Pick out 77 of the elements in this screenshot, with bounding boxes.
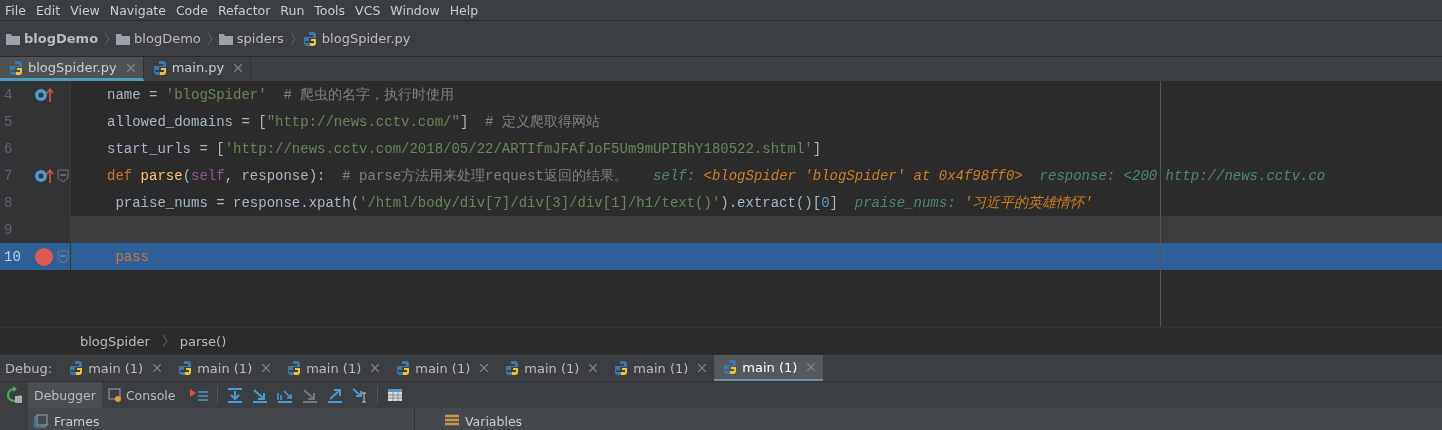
step-over-icon[interactable] <box>226 387 243 403</box>
breakpoint-icon[interactable] <box>34 246 54 267</box>
rerun-icon[interactable] <box>5 386 23 404</box>
close-icon[interactable] <box>234 63 243 72</box>
fold-icon[interactable] <box>57 168 69 183</box>
menu-item[interactable]: VCS <box>350 2 386 18</box>
python-file-icon <box>301 30 318 47</box>
folder-icon <box>6 32 20 45</box>
debug-tab[interactable]: main (1) <box>278 355 388 381</box>
console-icon <box>107 388 122 402</box>
python-file-icon <box>722 359 739 375</box>
debug-tab[interactable]: main (1) <box>169 355 279 381</box>
close-icon[interactable] <box>480 364 489 372</box>
folder-icon <box>218 32 233 45</box>
panel-title: Variables <box>465 413 523 429</box>
file-tab[interactable]: blogSpider.py <box>0 57 144 81</box>
breadcrumb-item[interactable]: blogDemo <box>134 31 201 46</box>
menu-item[interactable]: Navigate <box>104 2 171 18</box>
chevron-icon <box>289 31 296 46</box>
close-icon[interactable] <box>371 364 380 372</box>
breadcrumb-item[interactable]: spiders <box>236 31 284 46</box>
chevron-icon <box>104 31 111 46</box>
debug-tab[interactable]: main (1) <box>605 355 715 381</box>
debugger-tab[interactable]: Console <box>101 382 182 408</box>
folder-icon <box>116 32 131 45</box>
debugger-tab[interactable]: Debugger <box>28 382 102 408</box>
python-file-icon <box>504 360 521 376</box>
menu-item[interactable]: File <box>0 2 31 18</box>
menu-item[interactable]: Edit <box>30 2 66 18</box>
step-into-icon[interactable] <box>251 387 268 403</box>
close-icon[interactable] <box>698 364 707 372</box>
python-file-icon <box>177 360 194 376</box>
menu-item[interactable]: Help <box>444 2 484 18</box>
code-line: allowed_domains = ["http://news.cctv.com/"] # 定义爬取得网站 <box>106 112 600 131</box>
menu-item[interactable]: Tools <box>309 2 351 18</box>
debug-tab[interactable]: main (1) <box>496 355 606 381</box>
menu-item[interactable]: Window <box>385 2 445 18</box>
debug-tab[interactable]: main (1) <box>387 355 497 381</box>
step-out-icon[interactable] <box>326 387 343 403</box>
code-line: name = 'blogSpider' # 爬虫的名字，执行时使用 <box>106 85 455 104</box>
python-file-icon <box>286 360 303 376</box>
code-line: def parse(self, response): # parse方法用来处理request返回的结果。 self: <blogSpider 'blogSpider' at 0x4f98ff0> response: <200 http://news.cctv.co <box>106 166 1326 185</box>
show-execution-point-icon[interactable] <box>189 387 208 403</box>
panel-title: Frames <box>54 413 100 429</box>
line-number: 10 <box>3 248 22 265</box>
force-step-icon[interactable] <box>301 387 318 403</box>
code-line: start_urls = ['http://news.cctv.com/2018/05/22/ARTIfmJFAfJoF5Um9mUPIBhY180522.shtml'] <box>106 140 822 157</box>
variables-icon <box>445 414 459 428</box>
debug-tab[interactable]: main (1) <box>60 355 170 381</box>
chevron-icon <box>161 334 168 348</box>
menu-item[interactable]: Run <box>275 2 310 18</box>
breadcrumb-item[interactable]: blogDemo <box>24 31 99 46</box>
python-file-icon <box>151 59 168 76</box>
menu-item[interactable]: Refactor <box>212 2 276 18</box>
menu-item[interactable]: Code <box>170 2 213 18</box>
python-file-icon <box>68 360 85 376</box>
table-icon[interactable] <box>386 388 403 402</box>
python-file-icon <box>395 360 412 376</box>
breadcrumb-item[interactable]: parse() <box>179 333 227 349</box>
chevron-icon <box>206 31 213 46</box>
close-icon[interactable] <box>153 364 162 372</box>
close-icon[interactable] <box>589 364 598 372</box>
debug-tab[interactable]: main (1) <box>714 355 824 381</box>
close-icon[interactable] <box>262 364 271 372</box>
python-file-icon <box>8 59 24 76</box>
breadcrumb-item[interactable]: blogSpider <box>80 333 150 349</box>
close-icon[interactable] <box>807 363 816 371</box>
python-file-icon <box>613 360 630 376</box>
run-to-cursor-icon[interactable] <box>351 387 368 403</box>
step-into-my-code-icon[interactable] <box>276 387 293 403</box>
breadcrumb-item[interactable]: blogSpider.py <box>321 31 411 46</box>
code-line: praise_nums = response.xpath('/html/body/div[7]/div[3]/div[1]/h1/text()').extract()[0] praise_nums: '习近平的英雄情怀' <box>114 193 1093 212</box>
code-line: pass <box>114 248 149 265</box>
close-icon[interactable] <box>126 63 135 72</box>
menu-item[interactable]: View <box>65 2 105 18</box>
fold-icon[interactable] <box>57 249 69 264</box>
debug-label: Debug: <box>4 360 54 376</box>
